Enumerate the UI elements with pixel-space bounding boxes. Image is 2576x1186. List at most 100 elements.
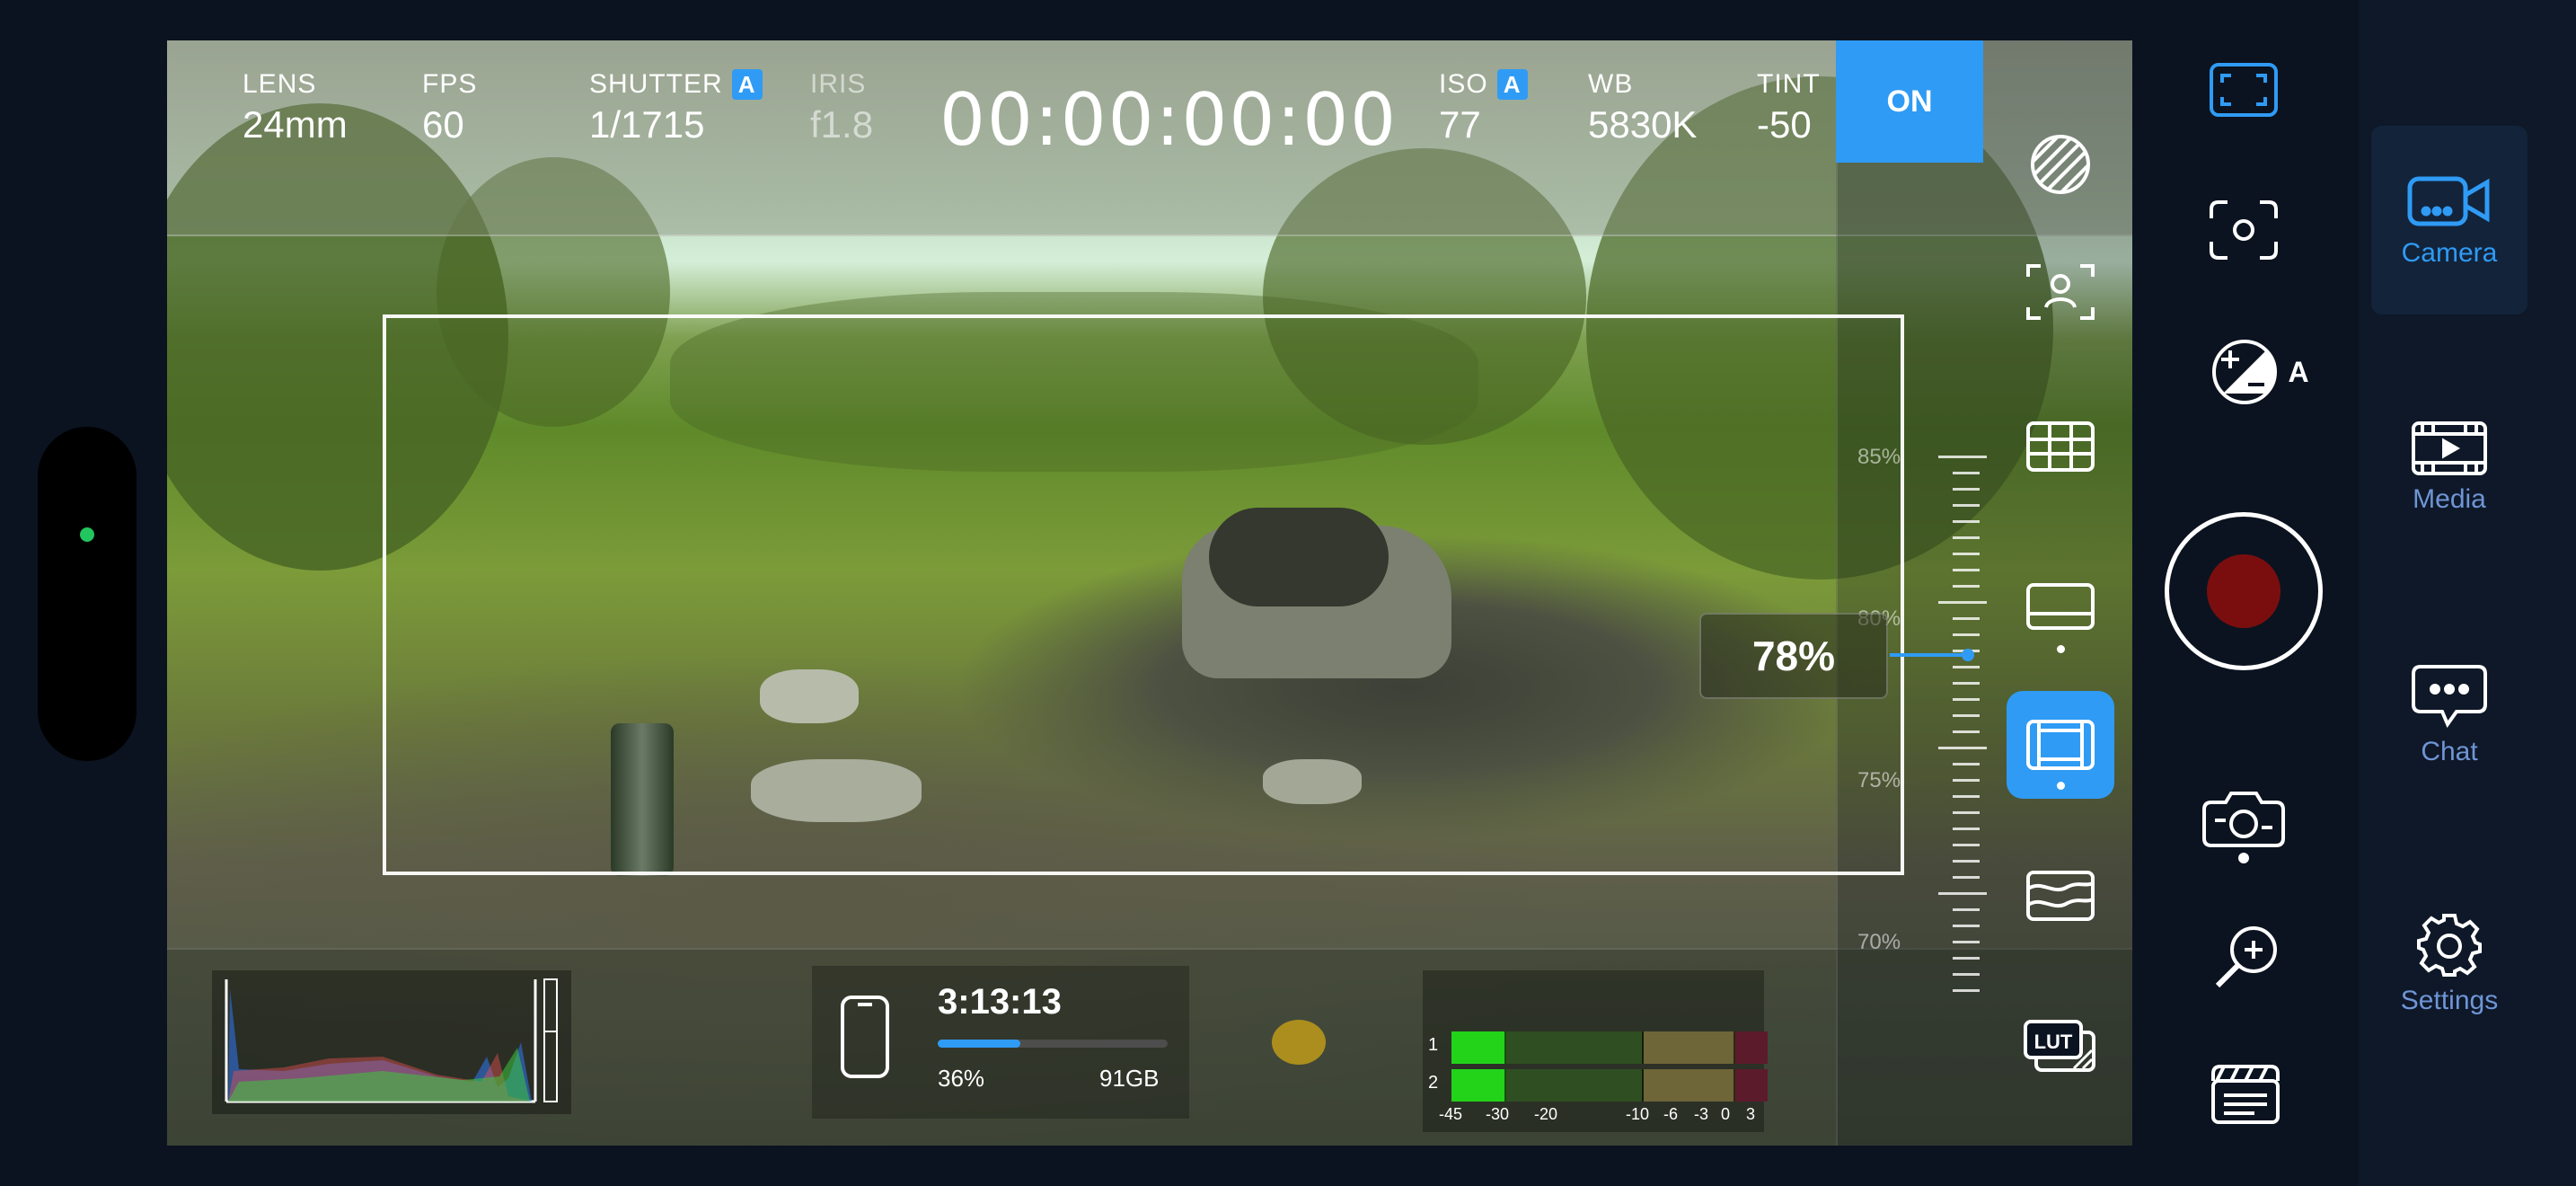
nav-camera-label: Camera bbox=[2401, 238, 2498, 268]
nav-camera[interactable]: Camera bbox=[2371, 126, 2527, 314]
nav-settings-label: Settings bbox=[2400, 986, 2499, 1015]
zoom-percent-readout: 78% bbox=[1699, 613, 1888, 699]
face-detect-tool[interactable] bbox=[2007, 238, 2114, 346]
nav-chat-label: Chat bbox=[2421, 737, 2478, 766]
frame-guide-tool[interactable] bbox=[2007, 691, 2114, 799]
camera-flip-button[interactable] bbox=[2199, 782, 2289, 868]
shutter-label: SHUTTER bbox=[589, 69, 723, 99]
zoom-tick-label: 85% bbox=[1857, 445, 1901, 469]
db-scale-label: 3 bbox=[1746, 1105, 1756, 1123]
zoom-ruler-tick bbox=[1953, 860, 1980, 863]
wb-value: 5830K bbox=[1588, 103, 1698, 146]
zoom-ruler-tick bbox=[1953, 925, 1980, 927]
slate-button[interactable] bbox=[2211, 1060, 2280, 1128]
storage-bar-fill bbox=[938, 1040, 1021, 1048]
zoom-ruler-tick bbox=[1953, 828, 1980, 830]
audio-meter-channel-2 bbox=[1451, 1069, 1768, 1102]
zebra-tool[interactable] bbox=[2007, 842, 2114, 950]
iris-readout[interactable]: IRIS f1.8 bbox=[810, 69, 873, 146]
monitor-icon bbox=[2026, 583, 2095, 630]
film-play-icon bbox=[2412, 421, 2487, 475]
iris-value: f1.8 bbox=[810, 103, 874, 146]
tint-label: TINT bbox=[1757, 69, 1821, 99]
record-button[interactable] bbox=[2165, 512, 2323, 670]
histogram-graph bbox=[225, 978, 558, 1103]
zoom-ruler-tick bbox=[1953, 488, 1980, 491]
camera-viewfinder[interactable]: LENS 24mm FPS 60 SHUTTER A 1/1715 IRIS f1… bbox=[167, 40, 2132, 1146]
zoom-ruler-tick bbox=[1953, 698, 1980, 701]
fps-value: 60 bbox=[422, 103, 464, 146]
zoom-tick-label: 70% bbox=[1857, 930, 1901, 954]
exposure-compensation-icon bbox=[2212, 340, 2278, 404]
db-scale-label: 0 bbox=[1721, 1105, 1731, 1123]
display-guide-tool[interactable] bbox=[2007, 554, 2114, 662]
tint-readout[interactable]: TINT -50 bbox=[1757, 69, 1821, 146]
fullscreen-button[interactable] bbox=[2210, 56, 2278, 124]
storage-panel[interactable]: 3:13:13 36% 91GB bbox=[812, 966, 1189, 1119]
left-handle-pill[interactable] bbox=[38, 427, 137, 761]
zoom-ruler-tick bbox=[1953, 633, 1980, 636]
zoom-ruler-tick bbox=[1953, 536, 1980, 539]
fps-label: FPS bbox=[422, 69, 478, 99]
db-scale-label: -30 bbox=[1486, 1105, 1510, 1123]
zoom-ruler-tick bbox=[1938, 456, 1987, 458]
nav-media[interactable]: Media bbox=[2371, 374, 2527, 562]
zoom-ruler-tick bbox=[1953, 617, 1980, 620]
shutter-readout[interactable]: SHUTTER A 1/1715 bbox=[589, 69, 763, 146]
remaining-record-time: 3:13:13 bbox=[938, 982, 1062, 1022]
svg-text:LUT: LUT bbox=[2034, 1031, 2073, 1053]
nav-chat[interactable]: Chat bbox=[2371, 622, 2527, 810]
iris-label: IRIS bbox=[810, 69, 867, 99]
zebra-icon bbox=[2026, 871, 2095, 921]
wb-label: WB bbox=[1588, 69, 1634, 99]
zoom-ruler-tick bbox=[1953, 553, 1980, 555]
db-scale-label: -3 bbox=[1694, 1105, 1709, 1123]
nav-settings[interactable]: Settings bbox=[2371, 870, 2527, 1058]
histogram-panel[interactable] bbox=[212, 970, 571, 1114]
zoom-ruler-tick bbox=[1953, 811, 1980, 814]
grid-tool[interactable] bbox=[2007, 393, 2114, 500]
shutter-value: 1/1715 bbox=[589, 103, 705, 146]
iso-readout[interactable]: ISO A 77 bbox=[1439, 69, 1528, 146]
lens-label: LENS bbox=[243, 69, 317, 99]
zoom-ruler-tick bbox=[1953, 763, 1980, 766]
audio-meter-panel[interactable]: 1 2 -45 -30 -20 -10 -6 -3 0 3 bbox=[1423, 970, 1768, 1132]
zoom-level-indicator[interactable] bbox=[1890, 649, 1974, 661]
timecode-display: 00:00:00:00 bbox=[940, 78, 1398, 162]
zoom-button[interactable] bbox=[2210, 916, 2287, 994]
exposure-mode-label: A bbox=[2288, 355, 2309, 388]
zoom-ruler-tick bbox=[1953, 908, 1980, 911]
iso-auto-badge: A bbox=[1496, 69, 1528, 100]
chat-bubble-icon bbox=[2412, 665, 2487, 728]
fps-readout[interactable]: FPS 60 bbox=[422, 69, 477, 146]
tool-dot bbox=[2057, 645, 2065, 653]
zoom-ruler-tick bbox=[1953, 730, 1980, 733]
lut-tool[interactable]: LUT bbox=[2007, 993, 2114, 1101]
zoom-ruler-tick bbox=[1953, 504, 1980, 507]
zoom-ruler-tick bbox=[1953, 941, 1980, 943]
hatched-circle-icon bbox=[2031, 135, 2090, 194]
grid-icon bbox=[2026, 421, 2095, 472]
zoom-tick-label: 75% bbox=[1857, 768, 1901, 792]
zoom-ruler-tick bbox=[1953, 585, 1980, 588]
wb-readout[interactable]: WB 5830K bbox=[1588, 69, 1697, 146]
storage-capacity: 91GB bbox=[1099, 1065, 1160, 1092]
db-scale-label: -10 bbox=[1626, 1105, 1650, 1123]
status-indicator-dot bbox=[80, 527, 94, 542]
false-color-tool[interactable] bbox=[2007, 111, 2114, 218]
nav-media-label: Media bbox=[2413, 484, 2486, 514]
zoom-ruler-tick bbox=[1953, 795, 1980, 798]
audio-meter-channel-1 bbox=[1451, 1031, 1768, 1064]
frame-guide-icon bbox=[2026, 720, 2095, 770]
zoom-ruler-tick bbox=[1953, 714, 1980, 717]
exposure-compensation-button[interactable]: A bbox=[2206, 332, 2314, 412]
zoom-ruler-tick bbox=[1953, 844, 1980, 846]
lens-readout[interactable]: LENS 24mm bbox=[243, 69, 348, 146]
camera-flip-icon bbox=[2202, 792, 2285, 863]
audio-channel-label: 1 bbox=[1428, 1035, 1439, 1055]
zoom-ruler-tick bbox=[1938, 892, 1987, 895]
focus-button[interactable] bbox=[2210, 196, 2278, 264]
zoom-ruler-tick bbox=[1953, 876, 1980, 879]
lens-value: 24mm bbox=[243, 103, 348, 146]
on-toggle-button[interactable]: ON bbox=[1836, 40, 1983, 163]
